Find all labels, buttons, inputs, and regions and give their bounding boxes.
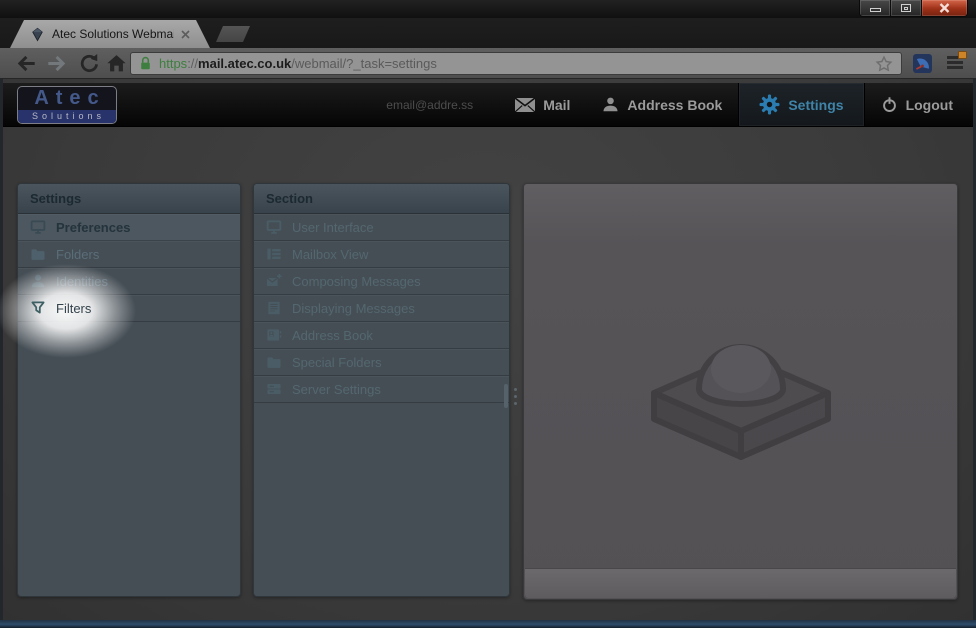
section-item-label: Composing Messages bbox=[292, 274, 421, 289]
address-bar[interactable]: https://mail.atec.co.uk/webmail/?_task=s… bbox=[130, 52, 902, 75]
section-scrollbar-thumb[interactable] bbox=[504, 384, 508, 408]
tab-close-icon[interactable] bbox=[181, 30, 190, 39]
section-item-mailbox-view[interactable]: Mailbox View bbox=[254, 241, 509, 268]
maximize-icon bbox=[901, 4, 911, 12]
minimize-icon bbox=[870, 8, 881, 12]
document-icon bbox=[266, 300, 282, 316]
list-layout-icon bbox=[266, 246, 282, 262]
power-icon bbox=[881, 96, 898, 113]
section-item-label: Server Settings bbox=[292, 382, 381, 397]
filter-funnel-icon bbox=[30, 300, 46, 316]
nav-addressbook-button[interactable]: Address Book bbox=[586, 83, 738, 126]
settings-item-filters[interactable]: Filters bbox=[18, 295, 240, 322]
person-icon bbox=[602, 96, 619, 113]
tab-title: Atec Solutions Webmail :: bbox=[52, 27, 174, 41]
window-frame-bottom bbox=[0, 620, 976, 628]
account-email: email@addre.ss bbox=[386, 98, 473, 112]
maximize-button[interactable] bbox=[891, 0, 922, 16]
section-item-server-settings[interactable]: Server Settings bbox=[254, 376, 509, 403]
section-item-label: Address Book bbox=[292, 328, 373, 343]
settings-item-label: Identities bbox=[56, 274, 108, 289]
contact-card-icon bbox=[266, 327, 282, 343]
section-item-label: Displaying Messages bbox=[292, 301, 415, 316]
extension-icon[interactable] bbox=[913, 54, 932, 73]
logo-text-bottom: Solutions bbox=[18, 110, 116, 123]
folder-icon bbox=[30, 246, 46, 262]
new-tab-button[interactable] bbox=[216, 26, 250, 42]
webmail-page: Atec Solutions email@addre.ss Mail bbox=[3, 79, 973, 620]
nav-mail-button[interactable]: Mail bbox=[499, 83, 586, 126]
section-item-displaying-messages[interactable]: Displaying Messages bbox=[254, 295, 509, 322]
section-item-address-book[interactable]: Address Book bbox=[254, 322, 509, 349]
settings-item-label: Folders bbox=[56, 247, 99, 262]
refresh-icon[interactable] bbox=[79, 53, 100, 74]
monitor-icon bbox=[30, 219, 46, 235]
nav-addressbook-label: Address Book bbox=[627, 97, 722, 113]
menu-button[interactable] bbox=[947, 55, 964, 71]
section-item-label: Special Folders bbox=[292, 355, 382, 370]
close-button[interactable] bbox=[922, 0, 967, 16]
section-item-user-interface[interactable]: User Interface bbox=[254, 214, 509, 241]
section-item-label: User Interface bbox=[292, 220, 374, 235]
section-item-composing-messages[interactable]: Composing Messages bbox=[254, 268, 509, 295]
settings-item-label: Preferences bbox=[56, 220, 130, 235]
atec-logo: Atec Solutions bbox=[17, 86, 117, 124]
padlock-icon bbox=[139, 56, 152, 71]
tab-strip: Atec Solutions Webmail :: bbox=[0, 18, 976, 48]
close-icon bbox=[939, 3, 950, 13]
url-scheme: https bbox=[159, 56, 187, 71]
window-frame-left bbox=[0, 79, 3, 620]
settings-panel-title: Settings bbox=[18, 184, 240, 214]
compose-mail-icon bbox=[266, 273, 282, 289]
settings-item-folders[interactable]: Folders bbox=[18, 241, 240, 268]
webmail-header: Atec Solutions email@addre.ss Mail bbox=[3, 83, 973, 127]
nav-logout-button[interactable]: Logout bbox=[865, 83, 973, 126]
favicon-gem-icon bbox=[30, 27, 45, 42]
menu-badge bbox=[958, 51, 967, 59]
settings-item-identities[interactable]: Identities bbox=[18, 268, 240, 295]
mail-icon bbox=[515, 98, 535, 112]
browser-toolbar: https://mail.atec.co.uk/webmail/?_task=s… bbox=[0, 48, 976, 79]
folder-icon bbox=[266, 354, 282, 370]
server-icon bbox=[266, 381, 282, 397]
section-panel: Section User Interface Mailbox View Comp… bbox=[253, 183, 510, 597]
settings-panel: Settings Preferences Folders Identities bbox=[17, 183, 241, 597]
nav-mail-label: Mail bbox=[543, 97, 570, 113]
url-text: https://mail.atec.co.uk/webmail/?_task=s… bbox=[159, 56, 868, 71]
url-path: /webmail/?_task=settings bbox=[291, 56, 437, 71]
window-controls bbox=[859, 0, 968, 17]
panel-splitter-handle[interactable] bbox=[513, 383, 517, 409]
section-panel-title: Section bbox=[254, 184, 509, 214]
gear-icon bbox=[759, 94, 780, 115]
monitor-icon bbox=[266, 219, 282, 235]
browser-window: Atec Solutions Webmail :: https://mail.a… bbox=[0, 0, 976, 628]
window-titlebar bbox=[0, 0, 976, 18]
nav-settings-button[interactable]: Settings bbox=[738, 83, 864, 126]
bookmark-star-icon[interactable] bbox=[875, 55, 893, 73]
settings-item-preferences[interactable]: Preferences bbox=[18, 214, 240, 241]
settings-item-label: Filters bbox=[56, 301, 91, 316]
content-panel bbox=[523, 183, 958, 600]
header-taskbar: email@addre.ss Mail Address Book bbox=[386, 83, 973, 126]
menu-icon bbox=[947, 55, 964, 71]
forward-icon[interactable] bbox=[47, 53, 68, 74]
back-icon[interactable] bbox=[15, 53, 36, 74]
watermark-button-logo bbox=[636, 281, 846, 461]
content-panel-footer bbox=[525, 568, 956, 598]
logo-text-top: Atec bbox=[18, 87, 116, 110]
section-item-special-folders[interactable]: Special Folders bbox=[254, 349, 509, 376]
url-host: mail.atec.co.uk bbox=[198, 56, 291, 71]
minimize-button[interactable] bbox=[860, 0, 891, 16]
nav-logout-label: Logout bbox=[906, 97, 953, 113]
home-icon[interactable] bbox=[106, 53, 127, 74]
nav-settings-label: Settings bbox=[788, 97, 843, 113]
person-icon bbox=[30, 273, 46, 289]
browser-tab[interactable]: Atec Solutions Webmail :: bbox=[10, 20, 210, 48]
section-item-label: Mailbox View bbox=[292, 247, 368, 262]
